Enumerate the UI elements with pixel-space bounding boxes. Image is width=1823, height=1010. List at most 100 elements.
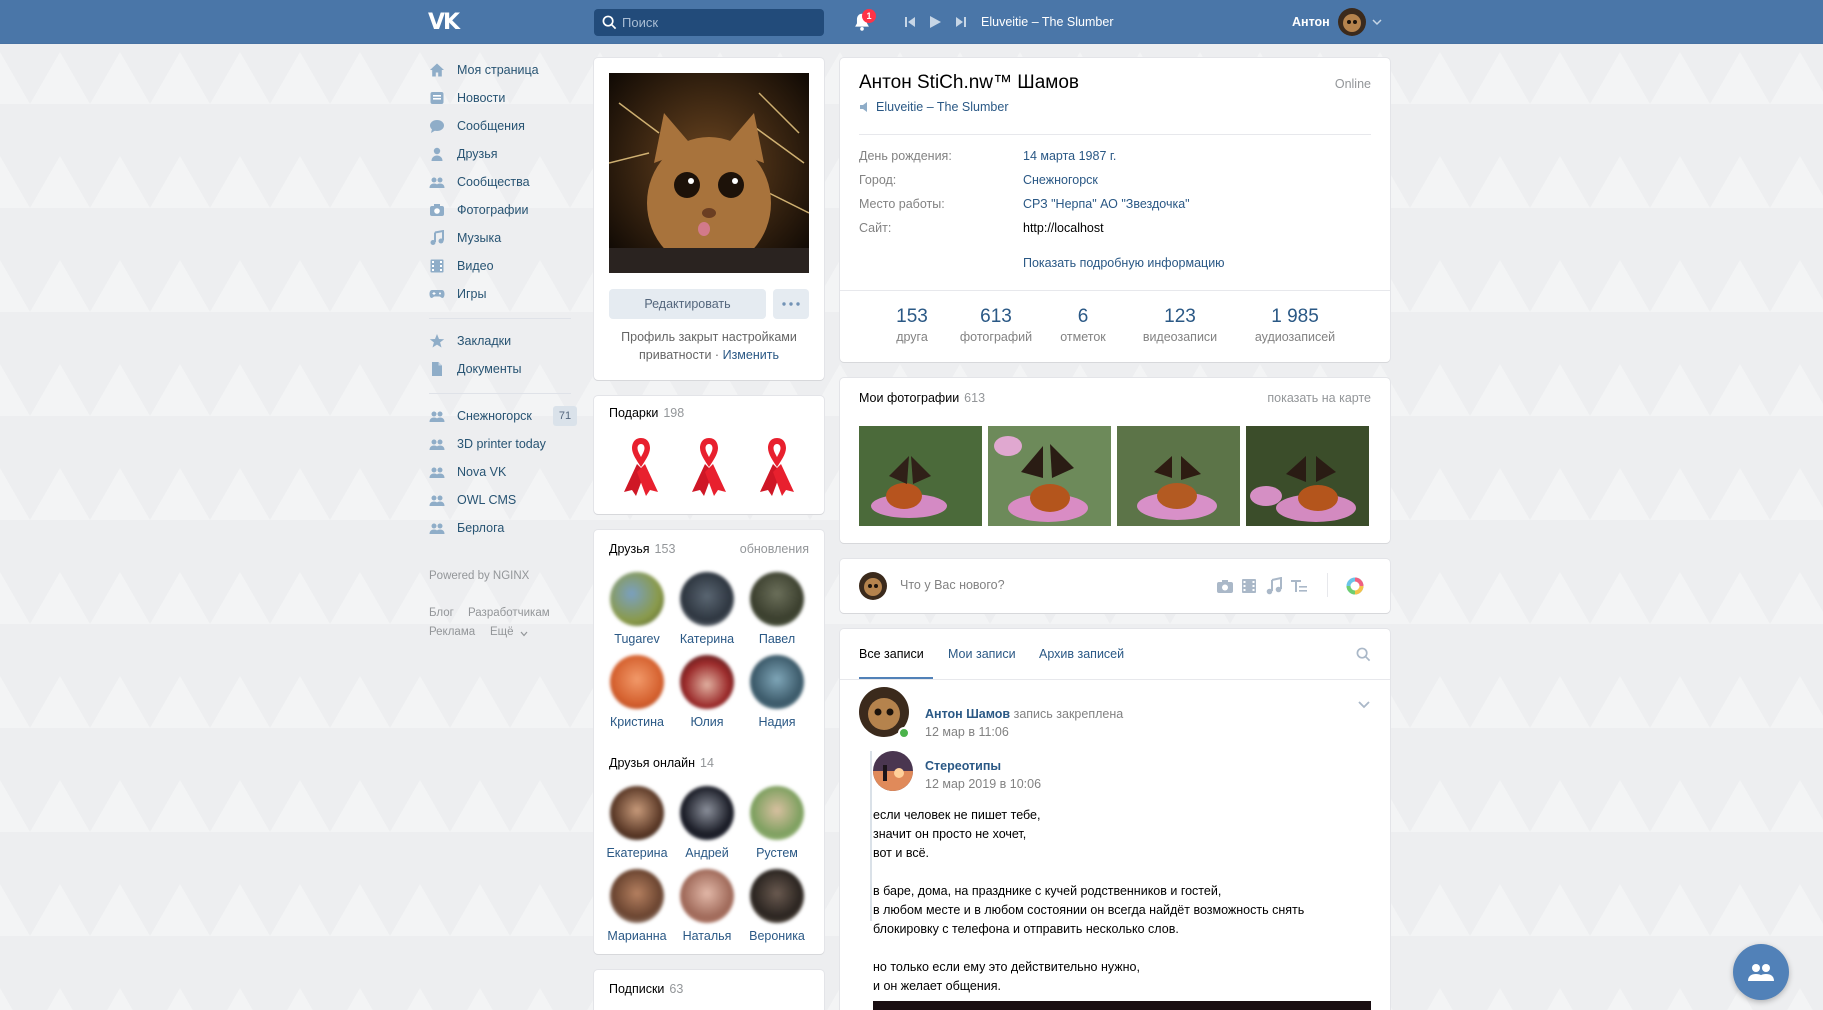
friend-tile[interactable]: Надия	[744, 655, 810, 729]
video-icon[interactable]	[1240, 577, 1258, 595]
profile-photo[interactable]	[609, 73, 809, 273]
repost-date[interactable]: 12 мар 2019 в 10:06	[925, 777, 1041, 791]
red-ribbon-gift-icon[interactable]	[619, 434, 663, 498]
sidebar-item-video[interactable]: Видео	[429, 252, 579, 280]
sidebar-group-3d-printer[interactable]: 3D printer today	[429, 430, 579, 458]
search-input[interactable]	[622, 9, 817, 36]
music-icon	[430, 230, 444, 245]
photo-thumbnail[interactable]	[1246, 426, 1369, 526]
sidebar-item-friends[interactable]: Друзья	[429, 140, 579, 168]
friend-tile[interactable]: Кристина	[604, 655, 670, 729]
info-value-site[interactable]: http://localhost	[1023, 221, 1104, 235]
subscriptions-header[interactable]: Подписки 63	[609, 982, 683, 996]
online-friend-tile[interactable]: Марианна	[604, 869, 670, 943]
vk-logo[interactable]: VK	[428, 9, 470, 35]
search-box[interactable]	[594, 9, 824, 36]
friend-avatar	[680, 786, 734, 840]
status-track: Eluveitie – The Slumber	[876, 100, 1009, 114]
tab-archive[interactable]: Архив записей	[1039, 647, 1124, 661]
info-separator	[840, 290, 1390, 291]
sidebar-item-messages[interactable]: Сообщения	[429, 112, 579, 140]
info-value-city[interactable]: Снежногорск	[1023, 173, 1098, 187]
online-friend-tile[interactable]: Рустем	[744, 786, 810, 860]
chat-fab-button[interactable]	[1733, 944, 1789, 1000]
photos-header[interactable]: Мои фотографии 613	[859, 391, 985, 405]
sidebar-item-communities[interactable]: Сообщества	[429, 168, 579, 196]
camera-icon[interactable]	[1216, 577, 1234, 595]
friends-updates-link[interactable]: обновления	[740, 542, 809, 556]
sidebar-item-label: Берлога	[457, 521, 505, 535]
mood-color-icon[interactable]	[1346, 577, 1364, 595]
counter-number: 1 985	[1271, 306, 1319, 327]
search-icon[interactable]	[1356, 647, 1371, 662]
repost-source-name[interactable]: Стереотипы	[925, 759, 1001, 773]
powered-by[interactable]: Powered by NGINX	[429, 570, 529, 582]
sidebar-item-music[interactable]: Музыка	[429, 224, 579, 252]
sidebar-item-news[interactable]: Новости	[429, 84, 579, 112]
now-playing-title[interactable]: Eluveitie – The Slumber	[981, 15, 1113, 29]
online-friend-tile[interactable]: Андрей	[674, 786, 740, 860]
counter-label: видеозаписи	[1142, 330, 1218, 344]
profile-status[interactable]: Eluveitie – The Slumber	[859, 100, 1008, 114]
previous-track-icon[interactable]	[902, 14, 918, 30]
sidebar-item-my-page[interactable]: Моя страница	[429, 56, 579, 84]
friend-tile[interactable]: Юлия	[674, 655, 740, 729]
post-date[interactable]: 12 мар в 11:06	[925, 725, 1009, 739]
gifts-header[interactable]: Подарки 198	[609, 406, 684, 420]
online-friend-tile[interactable]: Екатерина	[604, 786, 670, 860]
red-ribbon-gift-icon[interactable]	[755, 434, 799, 498]
tab-all-posts[interactable]: Все записи	[859, 647, 924, 661]
music-icon[interactable]	[1265, 577, 1283, 595]
friend-tile[interactable]: Tugarev	[604, 572, 670, 646]
tab-my-posts[interactable]: Мои записи	[948, 647, 1016, 661]
broadcast-speaker-icon	[860, 102, 867, 112]
sidebar-item-games[interactable]: Игры	[429, 280, 579, 308]
counter-tags[interactable]: 6 отметок	[1050, 306, 1116, 344]
repost-source-avatar[interactable]	[873, 751, 913, 791]
post-media-preview[interactable]	[873, 1001, 1371, 1010]
privacy-change-link[interactable]: Изменить	[723, 348, 779, 362]
composer-input[interactable]: Что у Вас нового?	[900, 578, 1005, 592]
online-friend-tile[interactable]: Вероника	[744, 869, 810, 943]
sidebar-item-documents[interactable]: Документы	[429, 355, 579, 383]
counter-audio[interactable]: 1 985 аудиозаписей	[1248, 306, 1342, 344]
friend-avatar	[750, 786, 804, 840]
photo-thumbnail[interactable]	[988, 426, 1111, 526]
online-friend-tile[interactable]: Наталья	[674, 869, 740, 943]
footer-link-developers[interactable]: Разработчикам	[468, 607, 550, 619]
footer-link-ads[interactable]: Реклама	[429, 626, 475, 638]
edit-profile-button[interactable]: Редактировать	[609, 289, 766, 319]
sidebar-group-berloga[interactable]: Берлога	[429, 514, 579, 542]
article-icon[interactable]	[1290, 577, 1308, 595]
friend-tile[interactable]: Катерина	[674, 572, 740, 646]
play-icon[interactable]	[927, 14, 943, 30]
sidebar-group-snezhnogorsk[interactable]: Снежногорск 71	[429, 402, 579, 430]
friends-online-header[interactable]: Друзья онлайн 14	[609, 756, 714, 770]
show-on-map-link[interactable]: показать на карте	[1267, 391, 1371, 405]
sidebar-item-bookmarks[interactable]: Закладки	[429, 327, 579, 355]
friend-tile[interactable]: Павел	[744, 572, 810, 646]
info-value-birthday[interactable]: 14 марта 1987 г.	[1023, 149, 1116, 163]
counter-videos[interactable]: 123 видеозаписи	[1135, 306, 1225, 344]
chevron-down-icon[interactable]	[1372, 18, 1382, 26]
header-user-name[interactable]: Антон	[1292, 15, 1330, 29]
friends-header[interactable]: Друзья 153	[609, 542, 675, 556]
sidebar-group-owl-cms[interactable]: OWL CMS	[429, 486, 579, 514]
counter-friends[interactable]: 153 друга	[880, 306, 944, 344]
photo-thumbnail[interactable]	[1117, 426, 1240, 526]
photo-thumbnail[interactable]	[859, 426, 982, 526]
show-more-info-link[interactable]: Показать подробную информацию	[1023, 256, 1225, 270]
counter-photos[interactable]: 613 фотографий	[953, 306, 1039, 344]
header-avatar[interactable]	[1338, 8, 1366, 36]
sidebar-item-photos[interactable]: Фотографии	[429, 196, 579, 224]
chevron-down-icon[interactable]	[520, 631, 528, 637]
chevron-down-icon[interactable]	[1357, 700, 1371, 710]
sidebar-group-nova-vk[interactable]: Nova VK	[429, 458, 579, 486]
red-ribbon-gift-icon[interactable]	[687, 434, 731, 498]
more-actions-button[interactable]	[773, 289, 809, 319]
next-track-icon[interactable]	[953, 14, 969, 30]
footer-link-blog[interactable]: Блог	[429, 607, 454, 619]
info-value-work[interactable]: СРЗ "Нерпа" АО "Звездочка"	[1023, 197, 1190, 211]
footer-link-more[interactable]: Ещё	[490, 626, 514, 638]
post-author-name[interactable]: Антон Шамов	[925, 707, 1010, 721]
